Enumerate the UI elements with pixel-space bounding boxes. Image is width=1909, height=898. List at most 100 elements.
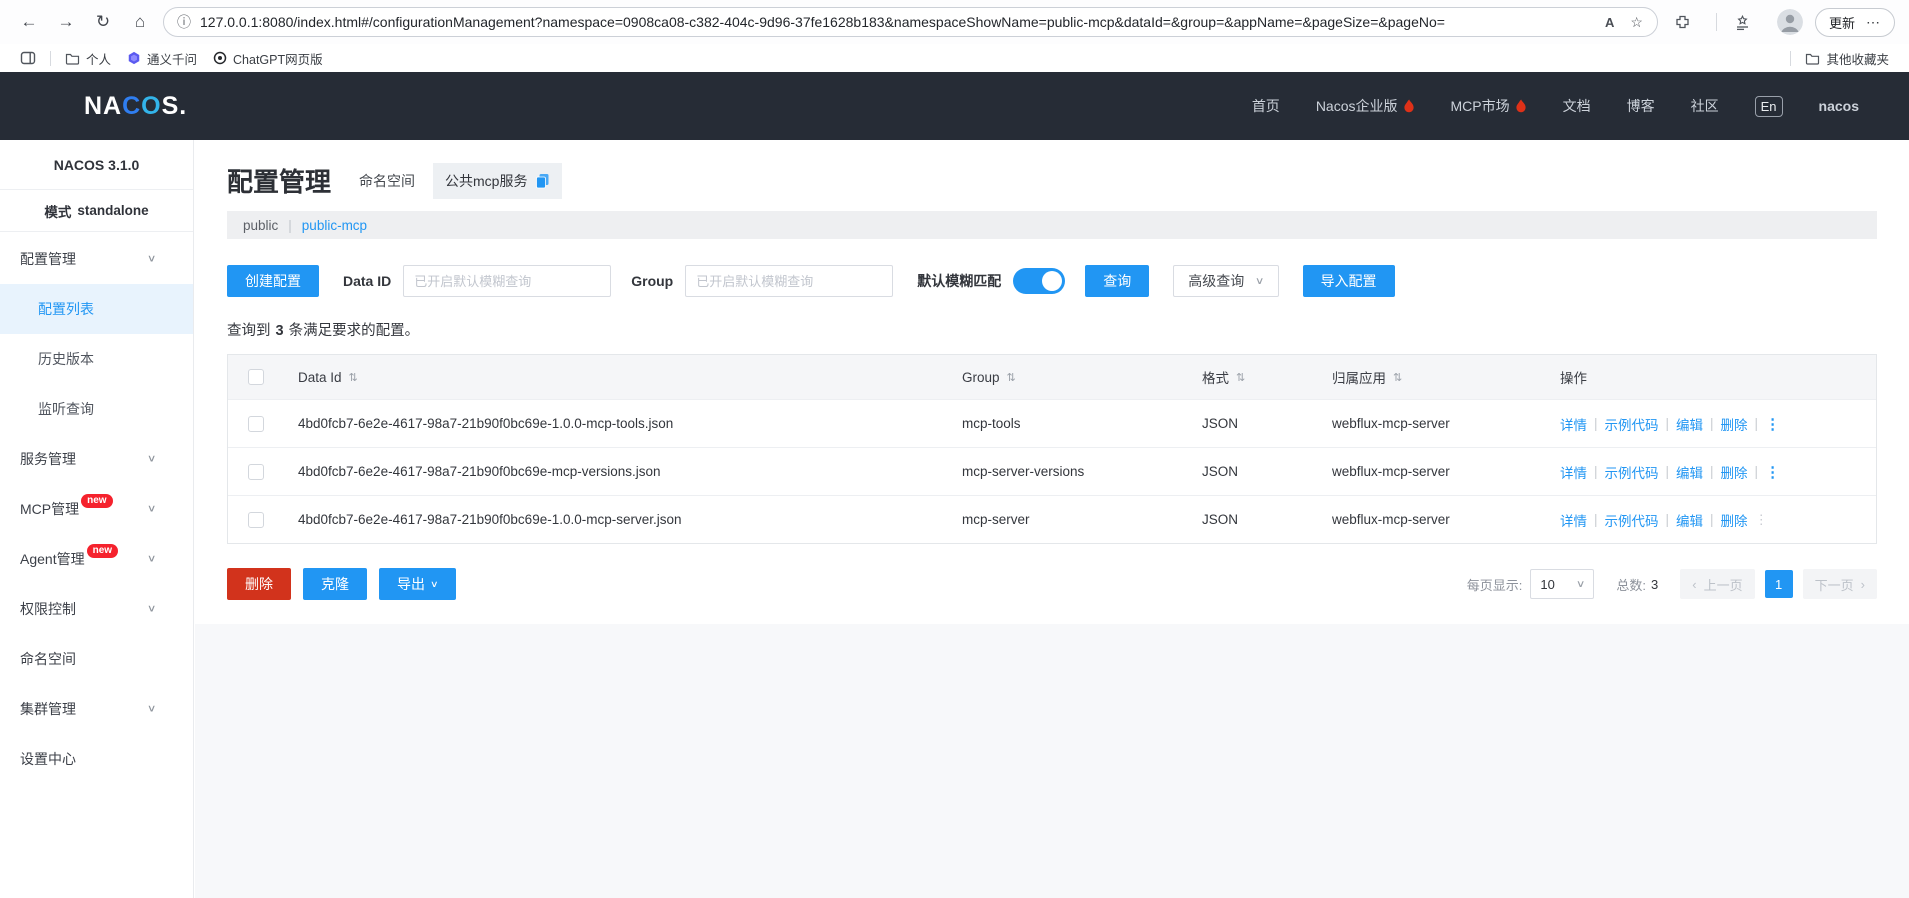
result-summary: 查询到 3 条满足要求的配置。	[227, 323, 420, 339]
nav-mcp-market[interactable]: MCP市场	[1451, 96, 1527, 116]
read-aloud-icon[interactable]: A	[1597, 15, 1622, 30]
language-toggle[interactable]: En	[1754, 95, 1783, 117]
batch-delete-button[interactable]: 删除	[227, 568, 291, 600]
action-delete[interactable]: 删除	[1721, 414, 1748, 434]
result-count: 3	[275, 323, 284, 339]
sidebar-item-namespace[interactable]: 命名空间	[0, 634, 193, 684]
separator: |	[1754, 464, 1759, 479]
profile-avatar[interactable]	[1776, 9, 1803, 35]
nav-docs[interactable]: 文档	[1563, 96, 1591, 116]
action-sample-code[interactable]: 示例代码	[1605, 510, 1659, 530]
sort-icon[interactable]: ⇅	[349, 371, 358, 384]
action-delete[interactable]: 删除	[1721, 462, 1748, 482]
sidebar-item-service-management[interactable]: 服务管理 ∨	[0, 434, 193, 484]
site-info-icon[interactable]: ⓘ	[177, 12, 191, 32]
refresh-button[interactable]: ↻	[88, 7, 118, 37]
qwen-icon	[128, 51, 140, 65]
sidebar: NACOS 3.1.0 模式 standalone 配置管理 ∨ 配置列表 历史…	[0, 140, 194, 898]
home-button[interactable]: ⌂	[125, 7, 155, 37]
action-details[interactable]: 详情	[1560, 510, 1587, 530]
sidebar-item-config-list[interactable]: 配置列表	[0, 284, 193, 334]
action-edit[interactable]: 编辑	[1676, 462, 1703, 482]
sidebar-item-cluster-management[interactable]: 集群管理 ∨	[0, 684, 193, 734]
new-badge: new	[86, 544, 119, 558]
address-bar[interactable]: ⓘ 127.0.0.1:8080/index.html#/configurati…	[163, 7, 1658, 37]
collections-icon[interactable]	[1728, 7, 1758, 37]
action-delete[interactable]: 删除	[1721, 510, 1748, 530]
sidebar-toggle-icon[interactable]	[12, 48, 44, 68]
chevron-down-icon: ∨	[430, 578, 439, 589]
copy-icon[interactable]	[535, 173, 550, 189]
sort-icon[interactable]: ⇅	[1393, 371, 1402, 384]
breadcrumb: public | public-mcp	[227, 211, 1877, 239]
nav-community[interactable]: 社区	[1691, 96, 1719, 116]
separator: |	[1665, 464, 1670, 479]
group-input[interactable]	[685, 265, 894, 297]
action-edit[interactable]: 编辑	[1676, 510, 1703, 530]
data-id-input[interactable]	[403, 265, 612, 297]
bookmark-personal-folder[interactable]: 个人	[57, 47, 119, 70]
sidebar-item-agent-management[interactable]: Agent管理 new ∨	[0, 534, 193, 584]
nav-enterprise[interactable]: Nacos企业版	[1316, 96, 1415, 116]
row-checkbox[interactable]	[248, 415, 264, 432]
action-sample-code[interactable]: 示例代码	[1605, 462, 1659, 482]
nav-home[interactable]: 首页	[1252, 96, 1280, 116]
toggle-knob	[1042, 271, 1063, 291]
sidebar-item-permission-control[interactable]: 权限控制 ∨	[0, 584, 193, 634]
browser-menu-icon[interactable]: ⋯	[1866, 14, 1881, 31]
column-format[interactable]: 格式 ⇅	[1188, 355, 1318, 399]
column-data-id[interactable]: Data Id ⇅	[284, 355, 948, 399]
sort-icon[interactable]: ⇅	[1236, 371, 1245, 384]
sidebar-item-mcp-management[interactable]: MCP管理 new ∨	[0, 484, 193, 534]
main-content: 配置管理 命名空间 公共mcp服务 public | public-mcp 创建…	[195, 140, 1909, 898]
action-details[interactable]: 详情	[1560, 414, 1587, 434]
browser-update-button[interactable]: 更新 ⋯	[1814, 7, 1895, 37]
action-sample-code[interactable]: 示例代码	[1605, 414, 1659, 434]
bookmark-label: 个人	[86, 52, 112, 67]
more-actions-icon[interactable]: ⋮	[1765, 463, 1780, 481]
update-label: 更新	[1828, 15, 1855, 31]
fuzzy-match-toggle[interactable]	[1013, 268, 1066, 294]
import-config-button[interactable]: 导入配置	[1302, 265, 1395, 297]
bookmark-chatgpt[interactable]: ChatGPT网页版	[205, 47, 331, 70]
chevron-down-icon: ∨	[146, 703, 157, 715]
page-size-select[interactable]: 10 ∨	[1530, 569, 1595, 599]
namespace-tab[interactable]: 公共mcp服务	[433, 162, 563, 199]
sidebar-item-settings-center[interactable]: 设置中心	[0, 734, 193, 784]
url-text[interactable]: 127.0.0.1:8080/index.html#/configuration…	[200, 14, 1597, 30]
sort-icon[interactable]: ⇅	[1007, 371, 1016, 384]
row-checkbox[interactable]	[248, 463, 264, 480]
other-favorites-folder[interactable]: 其他收藏夹	[1797, 47, 1897, 70]
sidebar-item-listening-query[interactable]: 监听查询	[0, 384, 193, 434]
select-all-checkbox[interactable]	[248, 369, 264, 385]
column-app[interactable]: 归属应用 ⇅	[1318, 355, 1546, 399]
row-checkbox[interactable]	[248, 511, 264, 528]
forward-button[interactable]: →	[51, 7, 81, 37]
favorite-star-icon[interactable]: ☆	[1622, 14, 1651, 31]
advanced-query-dropdown[interactable]: 高级查询 ∨	[1173, 265, 1279, 297]
separator: |	[1594, 512, 1598, 527]
extensions-icon[interactable]	[1668, 7, 1698, 37]
back-button[interactable]: ←	[14, 7, 44, 37]
next-page-button[interactable]: 下一页 ›	[1802, 569, 1877, 599]
create-config-button[interactable]: 创建配置	[227, 265, 319, 297]
separator: ⋮	[1754, 511, 1769, 527]
user-menu[interactable]: nacos	[1819, 98, 1859, 114]
sidebar-item-history-versions[interactable]: 历史版本	[0, 334, 193, 384]
more-actions-icon[interactable]: ⋮	[1765, 415, 1780, 433]
column-group[interactable]: Group ⇅	[948, 355, 1188, 399]
search-button[interactable]: 查询	[1085, 265, 1150, 297]
breadcrumb-current[interactable]: public-mcp	[302, 218, 367, 233]
page-1-button[interactable]: 1	[1764, 570, 1793, 598]
action-details[interactable]: 详情	[1560, 462, 1587, 482]
bookmark-qwen[interactable]: 通义千问	[119, 47, 205, 70]
nav-blog[interactable]: 博客	[1627, 96, 1655, 116]
clone-button[interactable]: 克隆	[303, 568, 367, 600]
action-edit[interactable]: 编辑	[1676, 414, 1703, 434]
export-button[interactable]: 导出 ∨	[379, 568, 456, 600]
breadcrumb-namespace[interactable]: public	[243, 218, 278, 233]
prev-page-button[interactable]: ‹ 上一页	[1680, 569, 1755, 599]
nacos-mode: 模式 standalone	[0, 190, 193, 232]
nacos-logo[interactable]: NACOS.	[84, 92, 187, 121]
sidebar-item-config-management[interactable]: 配置管理 ∨	[0, 234, 193, 284]
